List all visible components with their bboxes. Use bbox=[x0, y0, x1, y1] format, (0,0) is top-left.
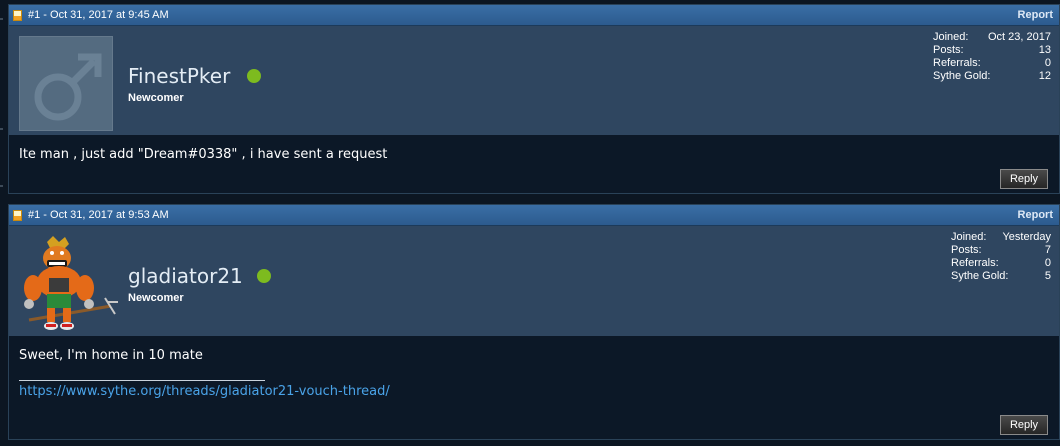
stat-posts: Posts: 13 bbox=[933, 44, 1051, 56]
user-info-bar: FinestPker Newcomer Joined: Oct 23, 2017 … bbox=[9, 26, 1059, 135]
edge-marker bbox=[0, 185, 3, 187]
username[interactable]: gladiator21 bbox=[128, 264, 243, 288]
post-message: Sweet, I'm home in 10 mate bbox=[19, 348, 203, 363]
male-symbol-icon bbox=[34, 53, 102, 121]
stat-joined: Joined: Yesterday bbox=[951, 231, 1051, 243]
user-title: Newcomer bbox=[128, 292, 184, 304]
edge-marker bbox=[0, 128, 3, 130]
post-header: #1 - Oct 31, 2017 at 9:45 AM Report bbox=[9, 5, 1059, 26]
post-meta[interactable]: #1 - Oct 31, 2017 at 9:45 AM bbox=[28, 9, 169, 21]
edge-marker bbox=[0, 18, 3, 20]
avatar[interactable] bbox=[19, 36, 113, 131]
post-body: Ite man , just add "Dream#0338" , i have… bbox=[9, 135, 1059, 193]
avatar[interactable] bbox=[19, 236, 118, 331]
stat-gold: Sythe Gold: 12 bbox=[933, 70, 1051, 82]
online-status-icon bbox=[247, 69, 261, 83]
report-link[interactable]: Report bbox=[1018, 9, 1053, 21]
stat-joined: Joined: Oct 23, 2017 bbox=[933, 31, 1051, 43]
report-link[interactable]: Report bbox=[1018, 209, 1053, 221]
stat-gold: Sythe Gold: 5 bbox=[951, 270, 1051, 282]
online-status-icon bbox=[257, 269, 271, 283]
post-meta[interactable]: #1 - Oct 31, 2017 at 9:53 AM bbox=[28, 209, 169, 221]
post-icon bbox=[13, 9, 22, 21]
post-header: #1 - Oct 31, 2017 at 9:53 AM Report bbox=[9, 205, 1059, 226]
user-stats: Joined: Yesterday Posts: 7 Referrals: 0 Syt… bbox=[951, 231, 1051, 283]
stat-referrals: Referrals: 0 bbox=[951, 257, 1051, 269]
user-info-bar: gladiator21 Newcomer Joined: Yesterday Po… bbox=[9, 226, 1059, 336]
username[interactable]: FinestPker bbox=[128, 64, 230, 88]
signature-link[interactable]: https://www.sythe.org/threads/gladiator2… bbox=[19, 384, 390, 399]
forum-post: #1 - Oct 31, 2017 at 9:53 AM Report glad… bbox=[8, 204, 1060, 440]
stat-posts: Posts: 7 bbox=[951, 244, 1051, 256]
stat-referrals: Referrals: 0 bbox=[933, 57, 1051, 69]
gladiator-avatar-icon bbox=[24, 236, 118, 330]
signature-divider bbox=[19, 380, 265, 381]
user-stats: Joined: Oct 23, 2017 Posts: 13 Referrals: 0… bbox=[933, 31, 1051, 83]
post-icon bbox=[13, 209, 22, 221]
post-message: Ite man , just add "Dream#0338" , i have… bbox=[19, 147, 388, 162]
forum-post: #1 - Oct 31, 2017 at 9:45 AM Report Fine… bbox=[8, 4, 1060, 194]
reply-button[interactable]: Reply bbox=[1000, 169, 1048, 189]
user-title: Newcomer bbox=[128, 92, 184, 104]
reply-button[interactable]: Reply bbox=[1000, 415, 1048, 435]
post-body: Sweet, I'm home in 10 mate https://www.s… bbox=[9, 336, 1059, 439]
